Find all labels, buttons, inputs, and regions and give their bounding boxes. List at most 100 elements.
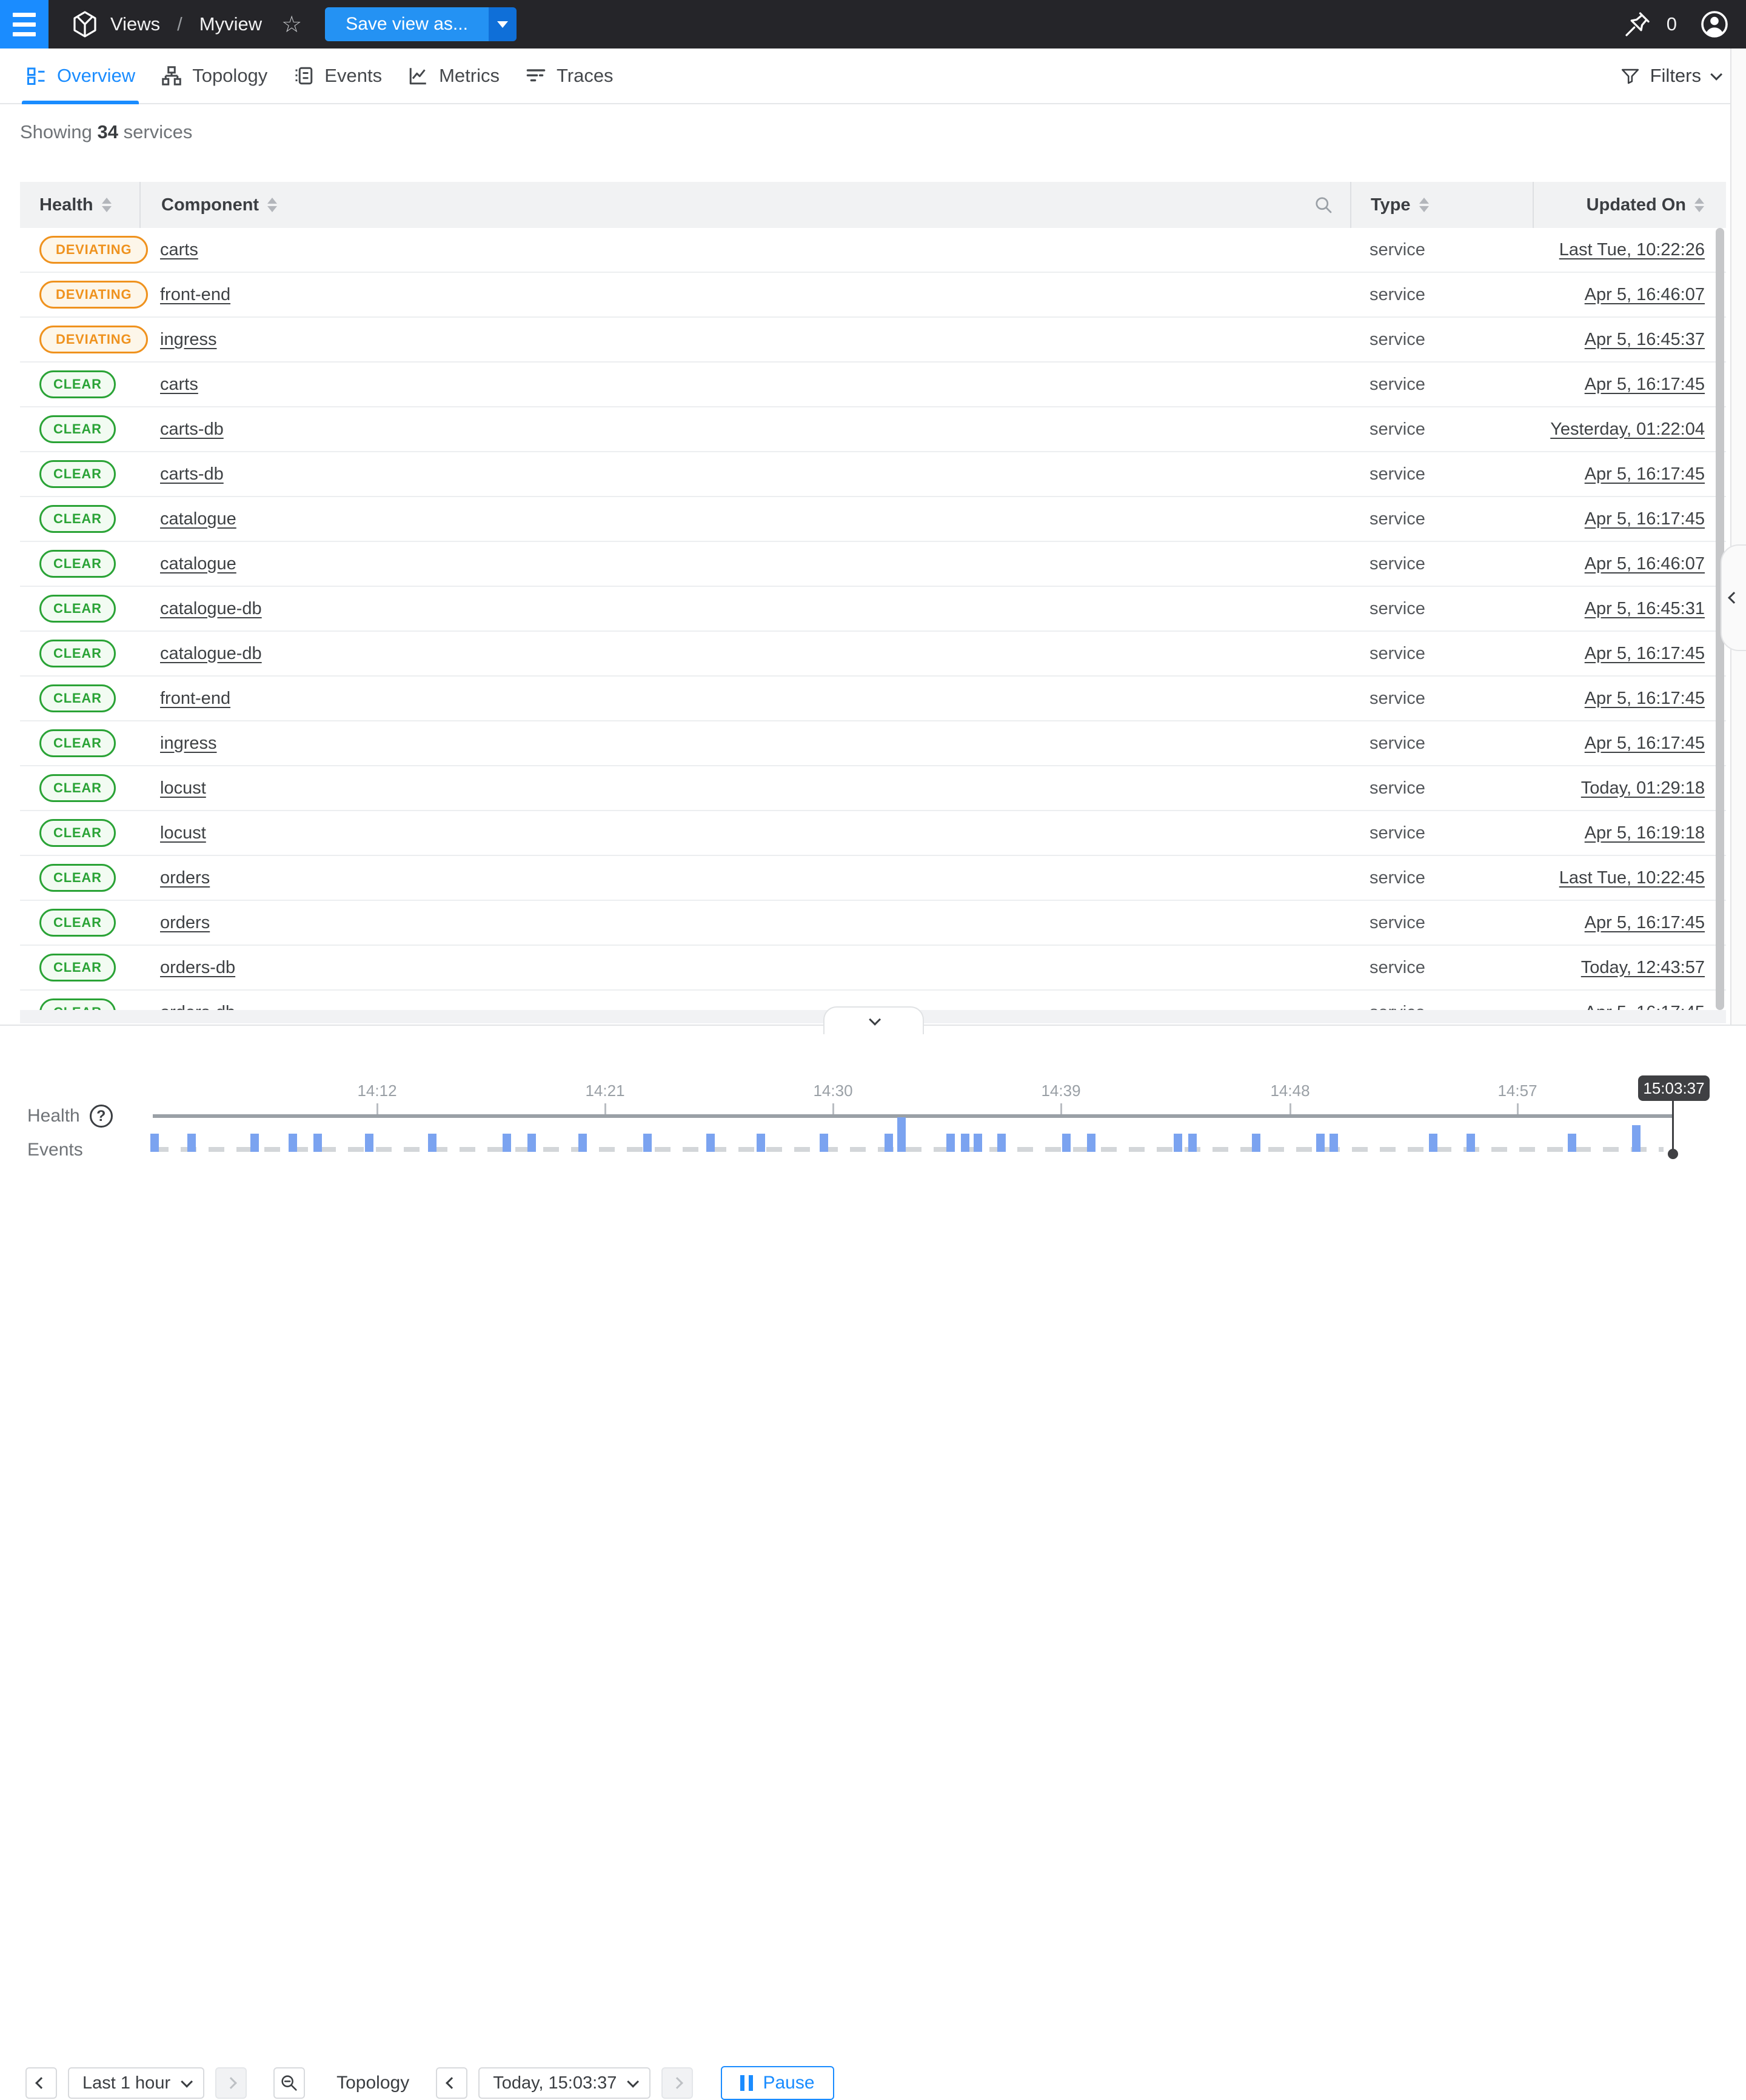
component-link[interactable]: catalogue — [160, 554, 236, 573]
updated-on-link[interactable]: Apr 5, 16:45:31 — [1585, 599, 1705, 618]
health-status-badge: DEVIATING — [39, 326, 148, 353]
type-cell: service — [1350, 330, 1533, 350]
component-link[interactable]: orders — [160, 868, 210, 888]
updated-on-link[interactable]: Apr 5, 16:17:45 — [1585, 509, 1705, 529]
type-cell: service — [1350, 823, 1533, 843]
updated-on-link[interactable]: Last Tue, 10:22:26 — [1559, 240, 1705, 259]
sort-arrows-icon — [102, 198, 112, 212]
table-row: CLEAR locust service Apr 5, 16:19:18 — [20, 811, 1726, 856]
tab-metrics[interactable]: Metrics — [407, 48, 500, 103]
updated-on-link[interactable]: Apr 5, 16:17:45 — [1585, 1003, 1705, 1011]
current-time-marker-dot[interactable] — [1668, 1149, 1678, 1159]
component-link[interactable]: orders — [160, 913, 210, 932]
updated-on-link[interactable]: Apr 5, 16:17:45 — [1585, 734, 1705, 753]
table-row: CLEAR catalogue-db service Apr 5, 16:45:… — [20, 587, 1726, 632]
time-back-button[interactable] — [436, 2067, 467, 2099]
sort-arrows-icon — [1419, 198, 1429, 212]
favorite-star-icon[interactable]: ☆ — [281, 11, 302, 38]
updated-on-link[interactable]: Apr 5, 16:17:45 — [1585, 464, 1705, 484]
table-row: CLEAR orders-db service Today, 12:43:57 — [20, 946, 1726, 991]
health-status-badge: CLEAR — [39, 774, 116, 802]
component-link[interactable]: ingress — [160, 330, 217, 349]
tab-overview[interactable]: Overview — [25, 48, 135, 103]
health-status-badge: CLEAR — [39, 729, 116, 757]
time-tick-mark — [604, 1103, 606, 1114]
column-header-updated-on[interactable]: Updated On — [1533, 182, 1726, 228]
header-type-label: Type — [1371, 195, 1411, 215]
component-link[interactable]: carts — [160, 375, 198, 394]
table-row: CLEAR ingress service Apr 5, 16:17:45 — [20, 721, 1726, 766]
help-icon[interactable]: ? — [90, 1105, 113, 1128]
component-link[interactable]: locust — [160, 778, 206, 798]
time-tick-mark — [1517, 1103, 1519, 1114]
component-link[interactable]: carts-db — [160, 420, 224, 439]
updated-on-link[interactable]: Apr 5, 16:19:18 — [1585, 823, 1705, 843]
time-tick-label: 14:39 — [1041, 1082, 1080, 1100]
updated-on-link[interactable]: Apr 5, 16:17:45 — [1585, 913, 1705, 932]
component-link[interactable]: orders-db — [160, 958, 235, 977]
caret-down-icon — [497, 21, 508, 28]
event-bar — [428, 1134, 436, 1152]
updated-on-link[interactable]: Apr 5, 16:17:45 — [1585, 689, 1705, 708]
range-back-button[interactable] — [25, 2067, 57, 2099]
search-icon[interactable] — [1313, 194, 1334, 216]
updated-on-link[interactable]: Today, 01:29:18 — [1581, 778, 1705, 798]
tab-traces[interactable]: Traces — [525, 48, 614, 103]
menu-button[interactable] — [0, 0, 48, 48]
time-range-dropdown[interactable]: Last 1 hour — [68, 2067, 204, 2099]
pause-button[interactable]: Pause — [721, 2066, 834, 2100]
timestamp-dropdown[interactable]: Today, 15:03:37 — [478, 2067, 651, 2099]
results-summary: Showing 34 services — [20, 121, 192, 143]
filters-button[interactable]: Filters — [1620, 65, 1746, 87]
updated-on-link[interactable]: Apr 5, 16:46:07 — [1585, 554, 1705, 573]
metrics-icon — [407, 65, 429, 87]
component-link[interactable]: carts — [160, 240, 198, 259]
save-view-dropdown-caret[interactable] — [489, 7, 517, 41]
expand-panel-button[interactable] — [1721, 544, 1746, 651]
chevron-left-icon — [35, 2077, 47, 2089]
save-view-button[interactable]: Save view as... — [325, 7, 489, 41]
updated-on-link[interactable]: Apr 5, 16:46:07 — [1585, 285, 1705, 304]
component-link[interactable]: ingress — [160, 734, 217, 753]
chevron-right-icon — [672, 2077, 684, 2089]
zoom-out-button[interactable] — [273, 2067, 305, 2099]
table-row: CLEAR locust service Today, 01:29:18 — [20, 766, 1726, 811]
event-bar — [1429, 1134, 1437, 1152]
component-link[interactable]: catalogue-db — [160, 599, 262, 618]
pause-icon — [740, 2075, 753, 2091]
health-status-badge: CLEAR — [39, 909, 116, 937]
updated-on-link[interactable]: Today, 12:43:57 — [1581, 958, 1705, 977]
component-link[interactable]: front-end — [160, 285, 230, 304]
updated-on-link[interactable]: Apr 5, 16:45:37 — [1585, 330, 1705, 349]
breadcrumb-views-link[interactable]: Views — [110, 13, 160, 35]
user-avatar-icon[interactable] — [1700, 10, 1729, 39]
time-forward-button[interactable] — [661, 2067, 693, 2099]
component-link[interactable]: locust — [160, 823, 206, 843]
event-bar — [961, 1134, 969, 1152]
column-header-type[interactable]: Type — [1350, 182, 1533, 228]
range-forward-button[interactable] — [215, 2067, 247, 2099]
updated-on-link[interactable]: Apr 5, 16:17:45 — [1585, 644, 1705, 663]
component-link[interactable]: front-end — [160, 689, 230, 708]
column-header-component[interactable]: Component — [139, 182, 1350, 228]
table-row: CLEAR front-end service Apr 5, 16:17:45 — [20, 677, 1726, 721]
chevron-down-icon — [627, 2076, 640, 2088]
header-component-label: Component — [161, 195, 259, 215]
pin-icon[interactable] — [1623, 10, 1652, 39]
event-bar — [1330, 1134, 1338, 1152]
updated-on-link[interactable]: Yesterday, 01:22:04 — [1550, 420, 1705, 439]
component-link[interactable]: orders-db — [160, 1003, 235, 1011]
tab-topology[interactable]: Topology — [161, 48, 267, 103]
updated-on-link[interactable]: Last Tue, 10:22:45 — [1559, 868, 1705, 888]
updated-on-link[interactable]: Apr 5, 16:17:45 — [1585, 375, 1705, 394]
type-cell: service — [1350, 913, 1533, 933]
component-link[interactable]: catalogue-db — [160, 644, 262, 663]
topbar-right: 0 — [1623, 10, 1746, 39]
component-link[interactable]: catalogue — [160, 509, 236, 529]
collapse-timeline-button[interactable] — [823, 1006, 924, 1034]
tab-events[interactable]: Events — [293, 48, 382, 103]
health-status-badge: CLEAR — [39, 819, 116, 847]
component-link[interactable]: carts-db — [160, 464, 224, 484]
column-header-health[interactable]: Health — [20, 182, 139, 228]
type-cell: service — [1350, 554, 1533, 574]
